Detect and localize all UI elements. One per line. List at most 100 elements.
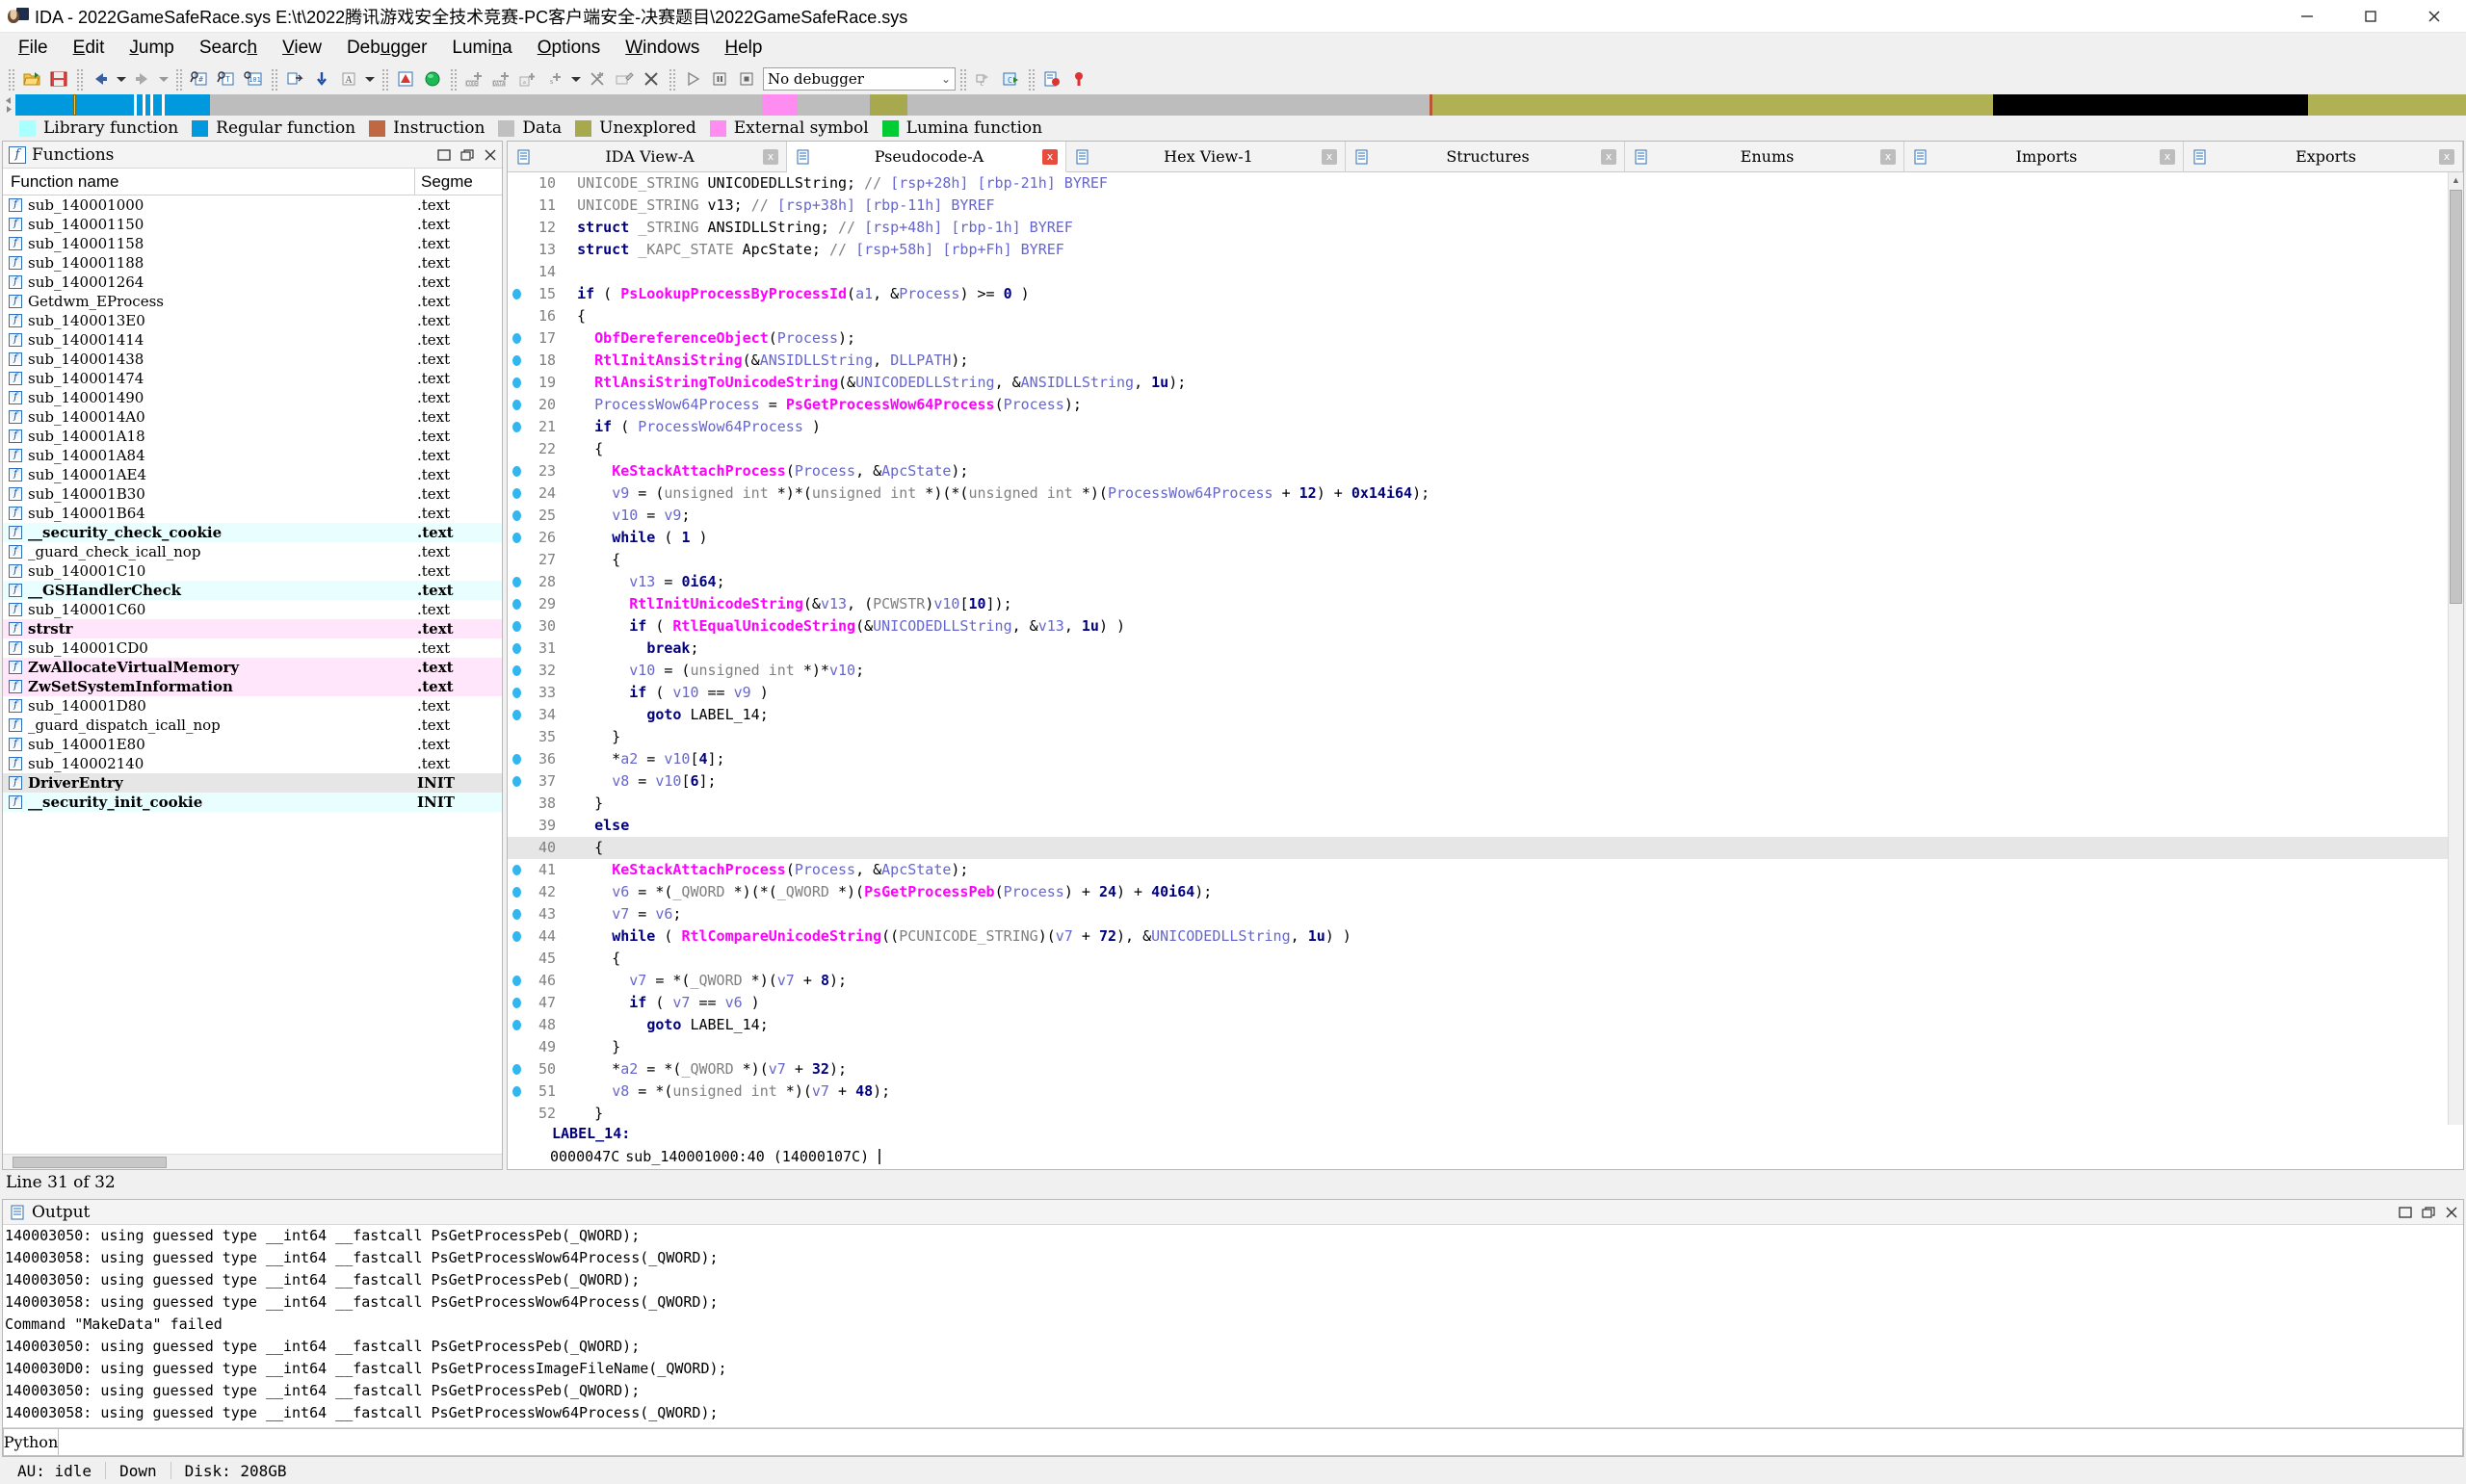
pseudocode-line[interactable]: 47 if ( v7 == v6 ) [508, 992, 2448, 1014]
output-log[interactable]: 140003050: using guessed type __int64 __… [3, 1225, 2463, 1427]
pseudocode-line[interactable]: 24 v9 = (unsigned int *)*(unsigned int *… [508, 482, 2448, 505]
ascii-icon[interactable]: A [335, 66, 362, 91]
pseudocode-line[interactable]: 32 v10 = (unsigned int *)*v10; [508, 660, 2448, 682]
close-button[interactable] [2402, 0, 2466, 33]
green-circle-icon[interactable] [419, 66, 446, 91]
breakpoint-dot-icon[interactable] [508, 505, 525, 528]
breakpoint-dot-icon[interactable] [508, 1014, 525, 1037]
breakpoint-dot-icon[interactable] [508, 372, 525, 395]
toolbar-grip-6[interactable] [449, 67, 458, 91]
toolbar-grip-8[interactable] [958, 67, 967, 91]
breakpoint-dot-icon[interactable] [508, 283, 525, 306]
tab-close-icon[interactable]: x [1880, 149, 1896, 165]
function-list-row[interactable]: f_guard_check_icall_nop.text [3, 542, 502, 561]
pseudocode-line[interactable]: 49 } [508, 1036, 2448, 1058]
breakpoint-dot-icon[interactable] [508, 482, 525, 506]
toolbar-grip-7[interactable] [668, 67, 676, 91]
pseudocode-line[interactable]: 44 while ( RtlCompareUnicodeString((PCUN… [508, 925, 2448, 948]
search-binary-icon[interactable]: 101 [240, 66, 267, 91]
pseudocode-line[interactable]: 50 *a2 = *(_QWORD *)(v7 + 32); [508, 1058, 2448, 1080]
toolbar-grip-4[interactable] [270, 67, 278, 91]
tab-close-icon[interactable]: x [1601, 149, 1616, 165]
ascii-dropdown-icon[interactable] [362, 66, 378, 91]
function-list-row[interactable]: f__GSHandlerCheck.text [3, 581, 502, 600]
pseudocode-line[interactable]: 43 v7 = v6; [508, 903, 2448, 925]
breakpoint-dot-icon[interactable] [508, 704, 525, 727]
breakpoint-dot-icon[interactable] [508, 660, 525, 683]
function-list-row[interactable]: fsub_140001E80.text [3, 735, 502, 754]
tab-hex-view-1[interactable]: Hex View-1x [1066, 142, 1346, 171]
breakpoint-dot-icon[interactable] [508, 416, 525, 439]
function-list-row[interactable]: fsub_140001AE4.text [3, 465, 502, 484]
pseudocode-line[interactable]: 34 goto LABEL_14; [508, 704, 2448, 726]
toolbar-grip-3[interactable] [174, 67, 183, 91]
pseudocode-line[interactable]: 22 { [508, 438, 2448, 460]
menu-options[interactable]: Options [525, 36, 613, 61]
breakpoint-dot-icon[interactable] [508, 571, 525, 594]
search-hash-icon[interactable]: # [186, 66, 213, 91]
menu-debugger[interactable]: Debugger [334, 36, 439, 61]
menu-lumina[interactable]: Lumina [439, 36, 524, 61]
column-header-segment[interactable]: Segme [415, 169, 502, 195]
tab-close-icon[interactable]: x [763, 149, 778, 165]
menu-file[interactable]: File [6, 36, 61, 61]
breakpoint-dot-icon[interactable] [508, 1058, 525, 1081]
down-arrow-icon[interactable] [308, 66, 335, 91]
pseudocode-line[interactable]: 35 } [508, 726, 2448, 748]
breakpoint-dot-icon[interactable] [508, 748, 525, 771]
pseudocode-line[interactable]: 46 v7 = *(_QWORD *)(v7 + 8); [508, 970, 2448, 992]
save-icon[interactable] [45, 66, 72, 91]
menu-jump[interactable]: Jump [117, 36, 186, 61]
breakpoint-dot-icon[interactable] [508, 859, 525, 882]
make-struct-icon[interactable]: s [541, 66, 568, 91]
make-array-icon[interactable] [584, 66, 611, 91]
graph-icon[interactable] [392, 66, 419, 91]
menu-windows[interactable]: Windows [613, 36, 712, 61]
function-list-row[interactable]: fsub_140001D80.text [3, 696, 502, 716]
maximize-button[interactable] [2339, 0, 2402, 33]
debugger-select[interactable]: No debugger ⌄ [763, 67, 956, 91]
undefine-icon[interactable] [638, 66, 665, 91]
pseudocode-line[interactable]: 15 if ( PsLookupProcessByProcessId(a1, &… [508, 283, 2448, 305]
pseudocode-line[interactable]: 25 v10 = v9; [508, 505, 2448, 527]
function-list-row[interactable]: fsub_140001474.text [3, 369, 502, 388]
pseudocode-line[interactable]: 30 if ( RtlEqualUnicodeString(&UNICODEDL… [508, 615, 2448, 638]
pseudocode-line[interactable]: 18 RtlInitAnsiString(&ANSIDLLString, DLL… [508, 350, 2448, 372]
breakpoint-dot-icon[interactable] [508, 881, 525, 904]
pseudocode-line[interactable]: 41 KeStackAttachProcess(Process, &ApcSta… [508, 859, 2448, 881]
column-header-function-name[interactable]: Function name [3, 169, 415, 195]
search-text-icon[interactable]: T [213, 66, 240, 91]
breakpoint-dot-icon[interactable] [508, 350, 525, 373]
pseudocode-line[interactable]: 38 } [508, 793, 2448, 815]
python-tab[interactable]: Python [3, 1428, 59, 1456]
forward-arrow-icon[interactable] [129, 66, 156, 91]
pseudocode-line[interactable]: 48 goto LABEL_14; [508, 1014, 2448, 1036]
functions-hscrollbar[interactable] [3, 1154, 502, 1169]
stop-icon[interactable] [733, 66, 760, 91]
tab-close-icon[interactable]: x [1042, 149, 1058, 165]
pseudocode-line[interactable]: 17 ObfDereferenceObject(Process); [508, 327, 2448, 350]
tab-pseudocode-a[interactable]: Pseudocode-Ax [787, 142, 1066, 172]
step-c-icon[interactable]: C [970, 66, 997, 91]
function-list-row[interactable]: fsub_140001CD0.text [3, 638, 502, 658]
menu-search[interactable]: Search [187, 36, 270, 61]
function-list-row[interactable]: f__security_check_cookie.text [3, 523, 502, 542]
function-list-row[interactable]: fZwSetSystemInformation.text [3, 677, 502, 696]
pseudocode-line[interactable]: 26 while ( 1 ) [508, 527, 2448, 549]
function-list-row[interactable]: fsub_140001490.text [3, 388, 502, 407]
function-list-row[interactable]: fDriverEntryINIT [3, 773, 502, 793]
toolbar-grip[interactable] [7, 67, 15, 91]
restore-icon[interactable] [433, 143, 456, 167]
pause-icon[interactable] [706, 66, 733, 91]
pseudocode-view[interactable]: 10 UNICODE_STRING UNICODEDLLString; // [… [508, 172, 2448, 1125]
output-restore-icon[interactable] [2394, 1201, 2417, 1224]
breakpoint-dot-icon[interactable] [508, 615, 525, 638]
run-icon[interactable] [679, 66, 706, 91]
pseudocode-line[interactable]: 28 v13 = 0i64; [508, 571, 2448, 593]
function-list-row[interactable]: f_guard_dispatch_icall_nop.text [3, 716, 502, 735]
minimize-button[interactable] [2275, 0, 2339, 33]
pseudocode-line[interactable]: 31 break; [508, 638, 2448, 660]
tab-close-icon[interactable]: x [2160, 149, 2175, 165]
tab-exports[interactable]: Exportsx [2184, 142, 2463, 171]
breakpoint-dot-icon[interactable] [508, 327, 525, 351]
